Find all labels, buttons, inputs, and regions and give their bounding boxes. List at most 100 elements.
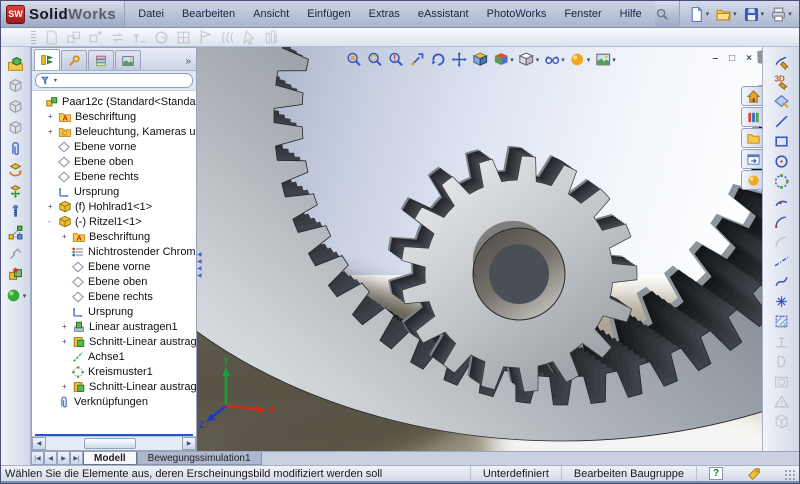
propertymanager-tab[interactable]: [61, 50, 87, 70]
centerline-button[interactable]: [768, 251, 794, 271]
point-button[interactable]: [768, 291, 794, 311]
tree-expander[interactable]: +: [47, 203, 58, 211]
configurationmanager-tab[interactable]: [88, 50, 114, 70]
circle-button[interactable]: [768, 151, 794, 171]
zoom-to-area-button[interactable]: ▾: [364, 50, 385, 69]
rotate-view-button[interactable]: ▾: [427, 50, 448, 69]
displaymanager-tab[interactable]: [115, 50, 141, 70]
document-restore-button[interactable]: □: [729, 53, 735, 64]
tree-item-root[interactable]: Paar12c (Standard<Standard_Anz: [32, 94, 196, 109]
tangent-arc-button[interactable]: [768, 211, 794, 231]
panel-splitter[interactable]: ◀◀◀◀: [197, 252, 202, 280]
tree-item-schnitt-1[interactable]: + Schnitt-Linear austragen1: [32, 334, 196, 349]
gear-assembly-render[interactable]: YXZ: [197, 47, 764, 451]
quick-tips-icon[interactable]: ?: [709, 467, 723, 480]
asm-tool-3[interactable]: [85, 27, 106, 48]
document-close-button[interactable]: ×: [746, 53, 752, 64]
rectangle-button[interactable]: [768, 131, 794, 151]
sketch-tool-gray-5[interactable]: [768, 411, 794, 431]
tree-filter-input[interactable]: ▾: [35, 73, 193, 88]
pan-button[interactable]: ▾: [448, 50, 469, 69]
menu-item[interactable]: Fenster: [555, 8, 610, 20]
task-pane-view-palette-tab[interactable]: [741, 149, 764, 169]
tree-item-ebene-rechts[interactable]: Ebene rechts: [32, 169, 196, 184]
tree-expander[interactable]: +: [61, 338, 72, 346]
tree-item-ritzel[interactable]: - (-) Ritzel1<1>: [32, 214, 196, 229]
zoom-in-out-button[interactable]: !▾: [385, 50, 406, 69]
menu-item[interactable]: PhotoWorks: [478, 8, 556, 20]
three-point-arc-button[interactable]: [768, 231, 794, 251]
menu-item[interactable]: Einfügen: [298, 8, 359, 20]
tab-prev-button[interactable]: ◀: [44, 452, 57, 465]
asm-tool-5[interactable]: [129, 27, 150, 48]
tab-bewegungssimulation[interactable]: Bewegungssimulation1: [137, 452, 262, 465]
tree-item-beschriftung-2[interactable]: + A Beschriftung: [32, 229, 196, 244]
print-button[interactable]: ▾: [768, 4, 794, 25]
open-button[interactable]: ▾: [713, 4, 739, 25]
menu-item[interactable]: Hilfe: [611, 8, 651, 20]
tree-item-hohlrad[interactable]: + (f) Hohlrad1<1>: [32, 199, 196, 214]
asm-tool-2[interactable]: [63, 27, 84, 48]
sketch-tool-gray-1[interactable]: [768, 331, 794, 351]
sketch-tool-gray-3[interactable]: [768, 371, 794, 391]
scroll-right-button[interactable]: ▶: [182, 437, 196, 450]
apply-scene-button[interactable]: ▾: [592, 50, 618, 69]
task-pane-appearances-tab[interactable]: [741, 170, 764, 190]
tree-item-ebene-vorne-2[interactable]: Ebene vorne: [32, 259, 196, 274]
component-tool-2[interactable]: ▾: [3, 96, 29, 117]
tree-expander[interactable]: +: [47, 113, 58, 121]
hide-show-items-button[interactable]: ▾: [541, 50, 567, 69]
tab-next-button[interactable]: ▶: [57, 452, 70, 465]
move-component-button[interactable]: ▾: [3, 180, 29, 201]
asm-tool-10[interactable]: [239, 27, 260, 48]
tree-expander[interactable]: +: [61, 323, 72, 331]
rotate-component-button[interactable]: ▾: [3, 159, 29, 180]
scrollbar-thumb[interactable]: [84, 438, 136, 449]
menu-item[interactable]: Extras: [360, 8, 409, 20]
new-document-button[interactable]: ▾: [686, 4, 712, 25]
assembly-transparency-button[interactable]: ▾: [3, 285, 29, 306]
menu-item[interactable]: eAssistant: [409, 8, 478, 20]
menu-item[interactable]: Ansicht: [244, 8, 298, 20]
line-button[interactable]: [768, 111, 794, 131]
display-style-button[interactable]: ▾: [516, 50, 542, 69]
tab-last-button[interactable]: ▶|: [70, 452, 83, 465]
tree-item-ebene-oben-2[interactable]: Ebene oben: [32, 274, 196, 289]
view-orientation-button[interactable]: ▾: [490, 50, 516, 69]
asm-tool-7[interactable]: [173, 27, 194, 48]
mate-button[interactable]: ▾: [3, 138, 29, 159]
explode-line-sketch-button[interactable]: ▾: [3, 243, 29, 264]
tree-item-achse1[interactable]: Achse1: [32, 349, 196, 364]
tree-item-schnitt-2[interactable]: + Schnitt-Linear austragen2: [32, 379, 196, 394]
tag-icon[interactable]: [747, 467, 761, 481]
tree-expander[interactable]: +: [61, 383, 72, 391]
tree-item-ursprung-2[interactable]: Ursprung: [32, 304, 196, 319]
spline-button[interactable]: [768, 271, 794, 291]
tree-expander[interactable]: -: [47, 218, 58, 226]
area-hatch-button[interactable]: [768, 311, 794, 331]
smart-fasteners-button[interactable]: ▾: [3, 201, 29, 222]
tree-item-linear-austragen[interactable]: + Linear austragen1: [32, 319, 196, 334]
resize-grip[interactable]: [783, 468, 797, 480]
zoom-to-selection-button[interactable]: ▾: [406, 50, 427, 69]
sketch-button[interactable]: [768, 51, 794, 71]
tree-expander[interactable]: +: [61, 233, 72, 241]
appearances-button[interactable]: ▾: [567, 50, 593, 69]
tree-horizontal-scrollbar[interactable]: ◀ ▶: [32, 436, 196, 450]
task-pane-file-explorer-tab[interactable]: [741, 128, 764, 148]
task-pane-resources-tab[interactable]: [741, 86, 764, 106]
asm-tool-4[interactable]: [107, 27, 128, 48]
exploded-view-button[interactable]: ▾: [3, 222, 29, 243]
asm-tool-8[interactable]: [195, 27, 216, 48]
asm-tool-1[interactable]: [41, 27, 62, 48]
tree-item-beschriftung[interactable]: + A Beschriftung: [32, 109, 196, 124]
zoom-to-fit-button[interactable]: ▾: [343, 50, 364, 69]
asm-tool-9[interactable]: [217, 27, 238, 48]
tree-item-ebene-oben[interactable]: Ebene oben: [32, 154, 196, 169]
tree-item-kreismuster1[interactable]: Kreismuster1: [32, 364, 196, 379]
scroll-left-button[interactable]: ◀: [32, 437, 46, 450]
menu-item[interactable]: Bearbeiten: [173, 8, 244, 20]
tree-item-ursprung[interactable]: Ursprung: [32, 184, 196, 199]
asm-tool-6[interactable]: [151, 27, 172, 48]
featuremanager-tab[interactable]: [34, 49, 60, 70]
